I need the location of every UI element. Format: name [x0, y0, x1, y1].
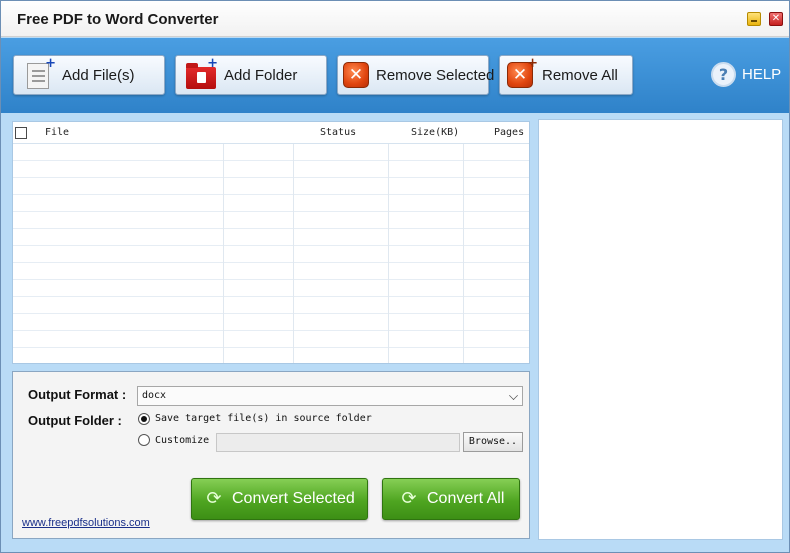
help-question-icon: ?	[711, 62, 736, 87]
add-files-label: Add File(s)	[62, 66, 135, 84]
output-format-label: Output Format :	[28, 387, 127, 402]
remove-all-x-icon: ✕ +	[506, 57, 538, 89]
output-folder-label: Output Folder :	[28, 413, 122, 428]
refresh-convert-icon: ⟳	[206, 488, 222, 509]
toolbar: + Add File(s) + Add Folder ✕ Remove Sele…	[1, 38, 789, 113]
column-size[interactable]: Size(KB)	[411, 127, 459, 138]
save-in-source-label[interactable]: Save target file(s) in source folder	[155, 413, 372, 424]
customize-radio[interactable]	[138, 434, 150, 446]
column-status[interactable]: Status	[320, 127, 356, 138]
convert-all-button[interactable]: ⟳ Convert All	[382, 478, 520, 520]
close-button[interactable]: ✕	[769, 12, 783, 26]
add-folder-label: Add Folder	[224, 66, 298, 84]
add-files-button[interactable]: + Add File(s)	[13, 55, 165, 95]
refresh-convert-icon: ⟳	[401, 488, 417, 509]
preview-panel	[538, 119, 783, 540]
document-plus-icon: +	[24, 57, 56, 89]
help-button[interactable]: ? HELP	[711, 62, 781, 87]
remove-all-button[interactable]: ✕ + Remove All	[499, 55, 633, 95]
settings-panel: Output Format : docx Output Folder : Sav…	[12, 371, 530, 539]
remove-selected-button[interactable]: ✕ Remove Selected	[337, 55, 494, 95]
pdf-folder-plus-icon: +	[186, 57, 218, 89]
column-divider	[388, 144, 389, 363]
column-pages[interactable]: Pages	[494, 127, 524, 138]
website-link[interactable]: www.freepdfsolutions.com	[22, 517, 150, 529]
minimize-button[interactable]	[747, 12, 761, 26]
remove-selected-label: Remove Selected	[376, 66, 495, 84]
select-all-checkbox[interactable]	[15, 127, 27, 139]
convert-all-label: Convert All	[427, 490, 505, 507]
column-divider	[223, 144, 224, 363]
convert-selected-label: Convert Selected	[232, 490, 355, 507]
column-divider	[293, 144, 294, 363]
save-in-source-radio[interactable]	[138, 413, 150, 425]
chevron-down-icon	[509, 391, 518, 400]
title-bar: Free PDF to Word Converter ✕	[1, 1, 789, 37]
remove-all-label: Remove All	[542, 66, 618, 84]
add-folder-button[interactable]: + Add Folder	[175, 55, 327, 95]
file-list[interactable]: File Status Size(KB) Pages	[12, 121, 530, 364]
customize-label[interactable]: Customize	[155, 435, 209, 446]
help-label: HELP	[742, 66, 782, 83]
remove-x-icon: ✕	[342, 61, 372, 89]
output-format-select[interactable]: docx	[137, 386, 523, 406]
window-title: Free PDF to Word Converter	[17, 11, 219, 28]
output-format-value: docx	[142, 390, 167, 401]
convert-selected-button[interactable]: ⟳ Convert Selected	[191, 478, 368, 520]
output-folder-path-input[interactable]	[216, 433, 460, 452]
file-list-header: File Status Size(KB) Pages	[13, 122, 529, 144]
column-divider	[463, 144, 464, 363]
browse-button[interactable]: Browse..	[463, 432, 523, 452]
file-list-rows	[13, 144, 529, 363]
column-file[interactable]: File	[45, 127, 69, 138]
app-window: Free PDF to Word Converter ✕ + Add File(…	[0, 0, 790, 553]
